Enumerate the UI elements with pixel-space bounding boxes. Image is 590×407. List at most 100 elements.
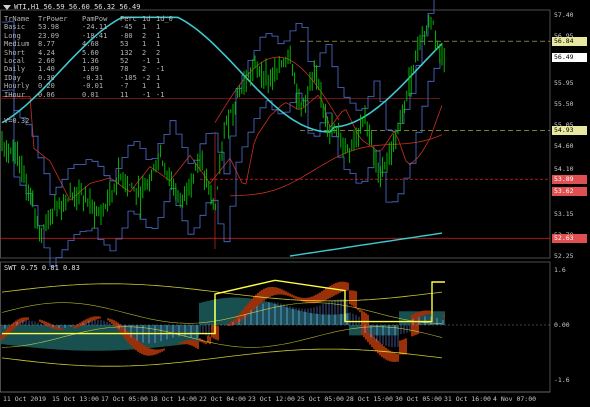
table-cell: 1 bbox=[156, 57, 161, 66]
table-cell: 1 bbox=[156, 31, 161, 40]
table-cell: -0.01 bbox=[82, 82, 104, 91]
time-axis-label: 31 Oct 16:00 bbox=[444, 395, 491, 403]
table-cell: 52 bbox=[120, 57, 129, 66]
table-cell: TrName bbox=[4, 15, 30, 23]
table-cell: Long bbox=[4, 31, 21, 40]
price-level-badge: 56.84 bbox=[552, 36, 587, 46]
table-cell: -45 bbox=[120, 23, 133, 32]
table-cell: 2 bbox=[142, 65, 147, 74]
price-axis-label: 54.10 bbox=[554, 165, 574, 174]
table-row: Hourly 0.20 -0.01 -7 1 1 bbox=[4, 82, 172, 90]
table-row: Long 23.09 -18.41 -80 2 1 bbox=[4, 32, 172, 40]
table-row: Basic 53.98 -24.11 -45 1 1 bbox=[4, 23, 172, 31]
table-cell: 0.30 bbox=[38, 73, 55, 82]
time-axis-label: 4 Nov 07:00 bbox=[493, 395, 537, 403]
symbol-quote-header: WTI,H1 56.59 56.60 56.32 56.49 bbox=[14, 3, 141, 11]
table-row: IHour 0.06 0.01 11 -1 -1 bbox=[4, 91, 172, 99]
table-cell: 1.36 bbox=[82, 57, 99, 66]
table-cell: 53 bbox=[120, 40, 129, 49]
table-cell: 4.24 bbox=[38, 48, 55, 57]
table-cell: 4.68 bbox=[82, 40, 99, 49]
price-level-badge: 52.63 bbox=[552, 233, 587, 243]
table-cell: -105 bbox=[120, 73, 137, 82]
table-cell: -7 bbox=[120, 82, 129, 91]
table-cell: 53.98 bbox=[38, 23, 60, 32]
trend-table: TrName TrPower PamPow Perc 1d 1d_0 Basic 53.98 -… bbox=[4, 15, 173, 99]
table-cell: -1 bbox=[142, 90, 151, 99]
price-axis-label: 55.95 bbox=[554, 78, 574, 87]
table-cell: 132 bbox=[120, 48, 133, 57]
table-cell: -1 bbox=[142, 57, 151, 66]
time-axis-label: 15 Oct 13:00 bbox=[52, 395, 99, 403]
time-axis-label: 23 Oct 12:00 bbox=[248, 395, 295, 403]
table-cell: 1 bbox=[156, 40, 161, 49]
table-cell: IDay bbox=[4, 73, 21, 82]
price-axis-label: 57.40 bbox=[554, 11, 574, 19]
red-trend-line bbox=[214, 56, 340, 123]
table-cell: -18.41 bbox=[82, 31, 108, 40]
swt-axis-label: 1.6 bbox=[554, 266, 566, 274]
swt-axis-label: 0.00 bbox=[554, 321, 570, 329]
price-level-badge: 56.49 bbox=[552, 53, 587, 63]
table-row: Local 2.60 1.36 52 -1 1 bbox=[4, 57, 172, 65]
v-value: V=0.32 bbox=[4, 117, 30, 125]
price-level-badge: 53.62 bbox=[552, 187, 587, 197]
swt-envelope-lower bbox=[1, 348, 443, 367]
swt-indicator-header: SWT 0.75 0.81 0.83 bbox=[4, 264, 80, 272]
table-cell: Basic bbox=[4, 23, 26, 32]
table-cell: 2.60 bbox=[38, 57, 55, 66]
table-cell: 1d bbox=[142, 15, 151, 23]
table-cell: -0.31 bbox=[82, 73, 104, 82]
price-axis-label: 54.60 bbox=[554, 142, 574, 151]
table-cell: Hourly bbox=[4, 82, 30, 91]
time-axis-label: 30 Oct 05:00 bbox=[395, 395, 442, 403]
table-cell: Medium bbox=[4, 40, 30, 49]
table-cell: 1.40 bbox=[38, 65, 55, 74]
table-cell: 1 bbox=[142, 23, 147, 32]
table-cell: 5.60 bbox=[82, 48, 99, 57]
table-cell: 1d_0 bbox=[156, 15, 173, 23]
table-cell: 1.09 bbox=[82, 65, 99, 74]
table-cell: 2 bbox=[142, 48, 147, 57]
table-cell: 2 bbox=[156, 48, 161, 57]
table-row: Daily 1.40 1.09 78 2 -1 bbox=[4, 65, 172, 73]
table-header-row: TrName TrPower PamPow Perc 1d 1d_0 bbox=[4, 15, 173, 23]
table-cell: 1 bbox=[142, 82, 147, 91]
table-cell: -1 bbox=[156, 65, 165, 74]
swt-axis-label: -1.6 bbox=[554, 376, 570, 384]
table-cell: -2 bbox=[142, 73, 151, 82]
table-cell: 1 bbox=[156, 73, 161, 82]
table-cell: TrPower bbox=[38, 15, 68, 23]
table-cell: PamPow bbox=[82, 15, 108, 23]
table-cell: Perc bbox=[120, 15, 137, 23]
price-level-badge: 53.89 bbox=[552, 174, 587, 184]
ma-cyan-line bbox=[289, 232, 443, 257]
price-axis-label: 52.25 bbox=[554, 252, 574, 260]
swt-panel-frame bbox=[0, 261, 551, 393]
time-axis-label: 22 Oct 04:00 bbox=[199, 395, 246, 403]
table-cell: -80 bbox=[120, 31, 133, 40]
table-cell: 11 bbox=[120, 90, 129, 99]
table-cell: Local bbox=[4, 57, 26, 66]
table-cell: 0.06 bbox=[38, 90, 55, 99]
table-row: IDay 0.30 -0.31 -105 -2 1 bbox=[4, 74, 172, 82]
price-axis-label: 55.50 bbox=[554, 99, 574, 108]
table-cell: Short bbox=[4, 48, 26, 57]
price-level-badge: 54.93 bbox=[552, 126, 587, 136]
table-cell: IHour bbox=[4, 90, 26, 99]
table-cell: -24.11 bbox=[82, 23, 108, 32]
table-cell: -1 bbox=[156, 90, 165, 99]
table-row: Medium 8.77 4.68 53 1 1 bbox=[4, 40, 172, 48]
time-axis-label: 11 Oct 2019 bbox=[3, 395, 47, 403]
table-cell: 0.01 bbox=[82, 90, 99, 99]
table-cell: 1 bbox=[156, 82, 161, 91]
table-cell: 78 bbox=[120, 65, 129, 74]
time-axis-label: 18 Oct 14:00 bbox=[150, 395, 197, 403]
table-cell: 8.77 bbox=[38, 40, 55, 49]
time-axis-label: 28 Oct 15:00 bbox=[346, 395, 393, 403]
table-cell: 23.09 bbox=[38, 31, 60, 40]
table-cell: 1 bbox=[156, 23, 161, 32]
time-axis-label: 25 Oct 05:00 bbox=[297, 395, 344, 403]
table-row: Short 4.24 5.60 132 2 2 bbox=[4, 49, 172, 57]
chart-menu-arrow-icon[interactable] bbox=[3, 5, 11, 10]
